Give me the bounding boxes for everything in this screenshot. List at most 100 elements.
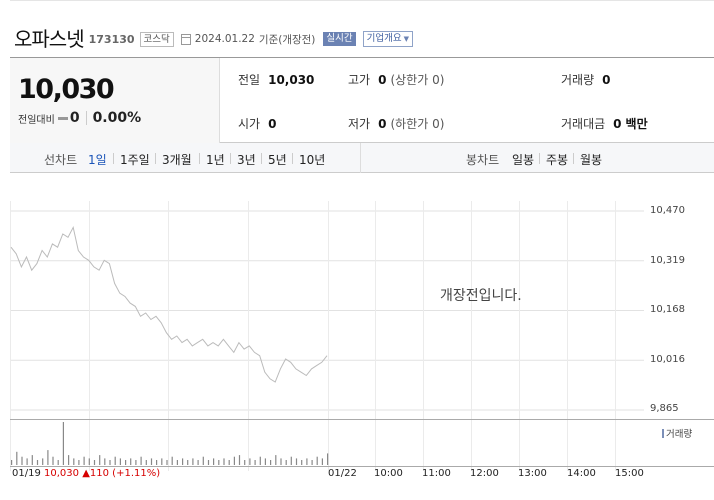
- last-session-change-percent: (+1.11%): [112, 468, 161, 479]
- volume-bar: [223, 458, 225, 465]
- open-stat: 시가 0: [238, 115, 276, 132]
- volume-legend: 거래량: [662, 426, 692, 440]
- x-tick-label: 14:00: [567, 468, 596, 479]
- volume-bar: [301, 460, 303, 465]
- tab-separator: [261, 153, 262, 164]
- company-overview-label: 기업개요: [366, 33, 402, 44]
- lower-limit-label: 하한가: [395, 117, 429, 131]
- volume-bar: [176, 460, 178, 465]
- volume-bar: [11, 460, 13, 465]
- volume-bar: [280, 458, 282, 465]
- prev-close-stat: 전일 10,030: [238, 71, 314, 88]
- volume-bar: [244, 460, 246, 465]
- x-tick-label: 01/22: [328, 468, 357, 479]
- lower-limit-value: 0: [432, 117, 440, 131]
- volume-label: 거래량: [561, 73, 595, 87]
- tab-separator: [573, 153, 574, 164]
- volume-bar: [290, 456, 292, 465]
- volume-bar: [161, 458, 163, 465]
- tab-candle-monthly[interactable]: 월봉: [580, 151, 602, 168]
- volume-bar: [99, 455, 101, 465]
- tab-separator: [155, 153, 156, 164]
- volume-bar: [140, 456, 142, 465]
- volume-bar: [166, 460, 168, 465]
- volume-bar: [238, 455, 241, 465]
- upper-limit-label: 상한가: [395, 73, 429, 87]
- volume-bar: [62, 422, 64, 465]
- tab-period-5y[interactable]: 5년: [268, 151, 287, 168]
- change-divider: [85, 111, 87, 125]
- volume-bar: [202, 456, 204, 465]
- tab-period-1w[interactable]: 1주일: [120, 151, 150, 168]
- pre-market-message: 개장전입니다.: [440, 288, 522, 304]
- y-tick-label: 9,865: [650, 403, 679, 414]
- tab-separator: [230, 153, 231, 164]
- volume-bar: [264, 458, 266, 465]
- top-rule: [10, 0, 714, 1]
- x-tick-label: 10:00: [374, 468, 403, 479]
- volume-bar: [270, 460, 272, 465]
- volume-value: 0: [602, 73, 611, 87]
- tab-period-1y[interactable]: 1년: [206, 151, 225, 168]
- turnover-stat: 거래대금 0 백만: [561, 115, 648, 132]
- volume-bar: [171, 456, 173, 465]
- quote-panel: 10,030 전일대비 0 0.00% 전일 10,030 고가 0 (상한가 0) …: [10, 57, 714, 143]
- tab-group-divider: [360, 143, 361, 173]
- y-tick-label: 10,319: [650, 255, 685, 266]
- last-session-price: 10,030: [44, 468, 80, 479]
- volume-bar: [207, 460, 210, 465]
- company-overview-button[interactable]: 기업개요 ▼: [362, 31, 413, 47]
- upper-limit-value: 0: [432, 73, 440, 87]
- low-value: 0: [378, 117, 387, 131]
- prev-close-value: 10,030: [268, 73, 315, 87]
- line-chart-label: 선차트: [44, 153, 78, 167]
- volume-bar: [31, 455, 33, 465]
- y-tick-label: 10,168: [650, 304, 685, 315]
- tab-period-10y[interactable]: 10년: [299, 151, 325, 168]
- volume-bar: [83, 456, 85, 465]
- high-label: 고가: [348, 73, 371, 87]
- y-tick-label: 10,016: [650, 354, 685, 365]
- volume-bar: [104, 458, 106, 465]
- turnover-label: 거래대금: [561, 117, 606, 131]
- tab-period-3m[interactable]: 3개월: [162, 151, 192, 168]
- last-session-summary: 01/19 10,030 ▲110 (+1.11%): [12, 468, 160, 479]
- tab-period-1d[interactable]: 1일: [88, 151, 107, 168]
- tab-separator: [199, 153, 200, 164]
- volume-bar: [197, 460, 199, 465]
- flat-change-icon: [57, 116, 68, 120]
- tab-candle-weekly[interactable]: 주봉: [546, 151, 568, 168]
- volume-bar: [182, 458, 184, 465]
- price-box: 10,030 전일대비 0 0.00%: [10, 58, 220, 143]
- calendar-icon: [180, 33, 191, 45]
- chart-canvas: [10, 201, 714, 471]
- volume-bar: [47, 450, 49, 465]
- stock-name: 오파스넷: [14, 26, 85, 51]
- chevron-down-icon: ▼: [403, 35, 409, 43]
- high-value: 0: [378, 73, 387, 87]
- stock-code: 173130: [88, 33, 135, 46]
- volume-bar: [119, 458, 121, 465]
- volume-bar: [114, 456, 116, 465]
- quote-date: 2024.01.22: [194, 33, 255, 45]
- volume-bar: [16, 451, 18, 465]
- volume-bar: [52, 456, 54, 465]
- last-session-change: ▲110: [82, 468, 109, 479]
- prev-close-label: 전일: [238, 73, 261, 87]
- volume-bar: [156, 460, 158, 465]
- volume-bar: [135, 460, 137, 465]
- turnover-unit: 백만: [625, 117, 648, 131]
- open-value: 0: [268, 117, 277, 131]
- realtime-button[interactable]: 실시간: [323, 32, 356, 46]
- volume-bar: [130, 458, 132, 465]
- volume-bar: [187, 460, 189, 465]
- volume-bar: [275, 455, 277, 465]
- x-tick-label: 11:00: [422, 468, 451, 479]
- tab-period-3y[interactable]: 3년: [237, 151, 256, 168]
- low-label: 저가: [348, 117, 371, 131]
- tab-candle-daily[interactable]: 일봉: [512, 151, 534, 168]
- x-axis: 01/19 10,030 ▲110 (+1.11%) 01/22 10:00 1…: [10, 467, 714, 487]
- volume-bar: [150, 458, 153, 465]
- volume-bar: [327, 453, 329, 465]
- volume-bar: [254, 460, 256, 465]
